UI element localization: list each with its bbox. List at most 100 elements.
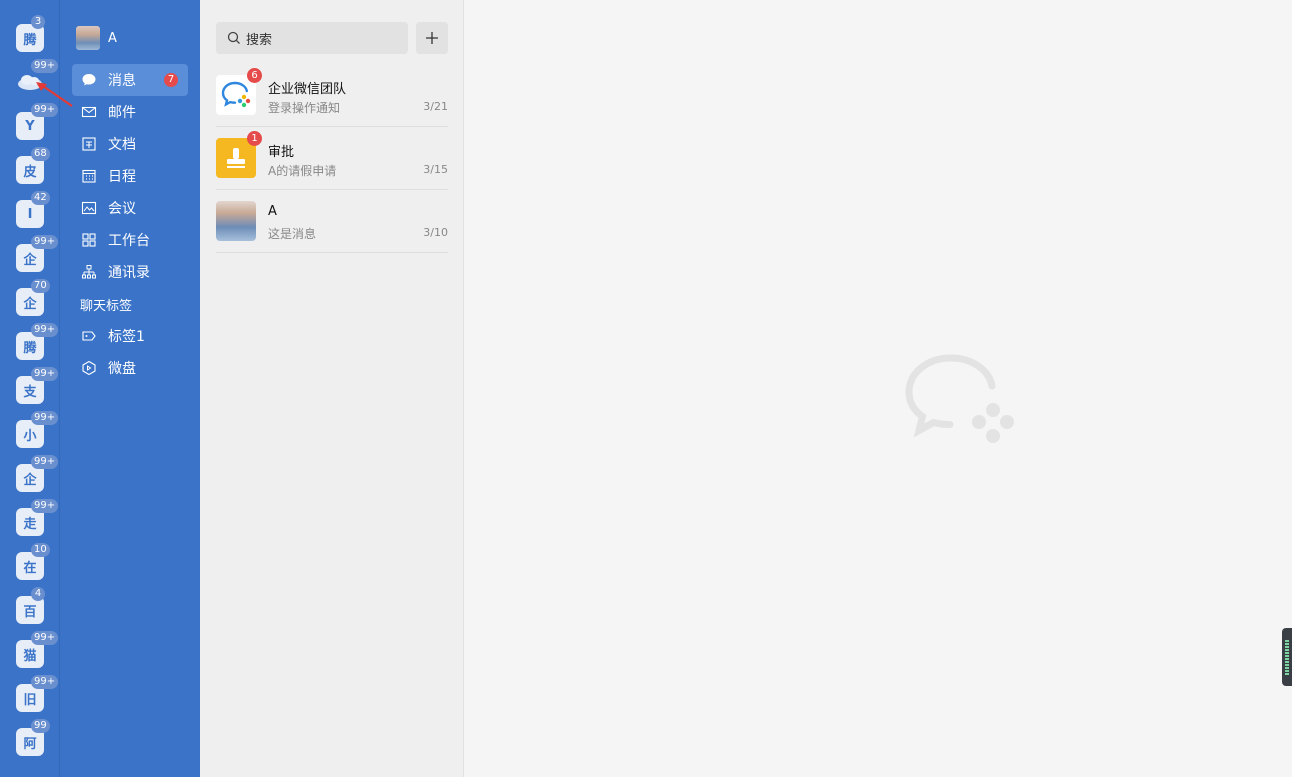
account-switcher-item[interactable]: I 42 bbox=[16, 191, 50, 228]
grid-icon bbox=[80, 231, 98, 249]
account-switcher-item[interactable]: 腾 99+ bbox=[16, 323, 59, 360]
nav-item-label: 通讯录 bbox=[108, 265, 150, 281]
conversation-item[interactable]: A 这是消息 3/10 bbox=[216, 190, 448, 253]
profile[interactable]: A bbox=[76, 26, 117, 50]
conversation-item[interactable]: 1 审批 A的请假申请 3/15 bbox=[216, 127, 448, 190]
unread-badge: 1 bbox=[247, 131, 262, 146]
chat-bubble-icon bbox=[80, 71, 98, 89]
document-icon bbox=[80, 135, 98, 153]
account-switcher-item[interactable]: 企 70 bbox=[16, 279, 50, 316]
unread-count-badge: 7 bbox=[164, 73, 178, 87]
nav-item-tag1[interactable]: 标签1 bbox=[72, 320, 188, 352]
account-switcher-item[interactable]: 百4 bbox=[16, 587, 45, 624]
org-chart-icon bbox=[80, 263, 98, 281]
account-initial: 企 bbox=[23, 472, 37, 488]
unread-badge: 70 bbox=[31, 279, 50, 293]
nav-item-label: 消息 bbox=[108, 73, 136, 89]
conversation-list-panel: 搜索 6 企业微信团队 登录操作通知 3/21 1 审批 A的请假申请 3/15… bbox=[200, 0, 464, 777]
tag-icon bbox=[80, 327, 98, 345]
unread-badge: 99+ bbox=[31, 367, 59, 381]
unread-badge: 99+ bbox=[31, 411, 59, 425]
search-placeholder: 搜索 bbox=[246, 32, 273, 48]
plus-icon bbox=[426, 32, 438, 44]
chat-empty-area bbox=[465, 0, 1292, 777]
account-initial: 猫 bbox=[23, 648, 37, 664]
floating-side-widget[interactable] bbox=[1282, 628, 1292, 686]
conversation-item[interactable]: 6 企业微信团队 登录操作通知 3/21 bbox=[216, 64, 448, 127]
unread-badge: 10 bbox=[31, 543, 50, 557]
conversation-preview: A的请假申请 bbox=[268, 164, 337, 178]
account-switcher-item[interactable]: 支 99+ bbox=[16, 367, 59, 404]
account-initial: 在 bbox=[23, 560, 37, 576]
nav-sidebar: A 消息 7 邮件 文档 日程 会议 工作台 通讯录 聊天标签 标签1 微盘 bbox=[60, 0, 200, 777]
chat-tags-section-heading: 聊天标签 bbox=[80, 299, 133, 314]
mail-icon bbox=[80, 103, 98, 121]
unread-badge: 99+ bbox=[31, 675, 59, 689]
conversation-title: A bbox=[268, 204, 277, 219]
conversation-date: 3/21 bbox=[423, 100, 448, 113]
account-initial: 旧 bbox=[23, 692, 37, 708]
nav-item-label: 标签1 bbox=[108, 329, 145, 345]
nav-item-label: 日程 bbox=[108, 169, 136, 185]
nav-item-label: 会议 bbox=[108, 201, 136, 217]
avatar[interactable] bbox=[76, 26, 100, 50]
unread-badge: 99+ bbox=[31, 323, 59, 337]
search-icon bbox=[227, 31, 240, 44]
nav-item-meeting[interactable]: 会议 bbox=[72, 192, 188, 224]
nav-item-label: 文档 bbox=[108, 137, 136, 153]
conversation-preview: 登录操作通知 bbox=[268, 101, 341, 115]
user-avatar bbox=[216, 201, 256, 241]
account-switcher-item[interactable]: 皮 68 bbox=[16, 147, 50, 184]
unread-badge: 68 bbox=[31, 147, 50, 161]
account-switcher-item[interactable]: 腾3 bbox=[16, 15, 45, 52]
account-switcher-item[interactable]: 猫 99+ bbox=[16, 631, 59, 668]
unread-badge: 6 bbox=[247, 68, 262, 83]
nav-item-drive[interactable]: 微盘 bbox=[72, 352, 188, 384]
wecom-placeholder-logo-icon bbox=[905, 354, 1014, 443]
unread-badge: 99+ bbox=[31, 103, 59, 117]
account-initial: 企 bbox=[23, 252, 37, 268]
account-initial: 腾 bbox=[23, 340, 37, 356]
account-switcher-item[interactable]: 在 10 bbox=[16, 543, 50, 580]
unread-badge: 99+ bbox=[31, 455, 59, 469]
unread-badge: 3 bbox=[31, 15, 45, 29]
account-switcher-item[interactable]: 阿 99 bbox=[16, 719, 50, 756]
account-initial: Y bbox=[25, 118, 35, 134]
nav-item-label: 微盘 bbox=[108, 361, 136, 377]
search-input[interactable]: 搜索 bbox=[216, 22, 408, 54]
conversation-title: 企业微信团队 bbox=[268, 82, 347, 97]
account-switcher-item[interactable]: 99+ bbox=[16, 59, 59, 96]
unread-badge: 42 bbox=[31, 191, 50, 205]
nav-item-calendar[interactable]: 日程 bbox=[72, 160, 188, 192]
conversation-preview: 这是消息 bbox=[268, 227, 317, 241]
account-initial: 支 bbox=[23, 384, 37, 400]
nav-item-contacts[interactable]: 通讯录 bbox=[72, 256, 188, 288]
unread-badge: 99+ bbox=[31, 631, 59, 645]
account-initial: 腾 bbox=[23, 32, 37, 48]
nav-item-messages[interactable]: 消息 7 bbox=[72, 64, 188, 96]
meeting-icon bbox=[80, 199, 98, 217]
unread-badge: 99+ bbox=[31, 235, 59, 249]
account-initial: 企 bbox=[23, 296, 37, 312]
nav-item-mail[interactable]: 邮件 bbox=[72, 96, 188, 128]
add-button[interactable] bbox=[416, 22, 448, 54]
unread-badge: 99+ bbox=[31, 499, 59, 513]
nav-item-label: 工作台 bbox=[108, 233, 150, 249]
account-switcher-item[interactable]: Y 99+ bbox=[16, 103, 59, 140]
cube-icon bbox=[80, 359, 98, 377]
conversation-date: 3/10 bbox=[423, 226, 448, 239]
unread-badge: 99+ bbox=[31, 59, 59, 73]
nav-item-docs[interactable]: 文档 bbox=[72, 128, 188, 160]
account-switcher-item[interactable]: 企 99+ bbox=[16, 235, 59, 272]
cloud-avatar-icon bbox=[18, 75, 42, 90]
unread-badge: 99 bbox=[31, 719, 50, 733]
account-switcher-item[interactable]: 小 99+ bbox=[16, 411, 59, 448]
conversation-date: 3/15 bbox=[423, 163, 448, 176]
unread-badge: 4 bbox=[31, 587, 45, 601]
account-switcher-item[interactable]: 旧 99+ bbox=[16, 675, 59, 712]
account-switcher-item[interactable]: 走 99+ bbox=[16, 499, 59, 536]
profile-name: A bbox=[108, 30, 117, 46]
account-switcher-item[interactable]: 企 99+ bbox=[16, 455, 59, 492]
nav-item-workbench[interactable]: 工作台 bbox=[72, 224, 188, 256]
account-initial: 皮 bbox=[23, 164, 37, 180]
